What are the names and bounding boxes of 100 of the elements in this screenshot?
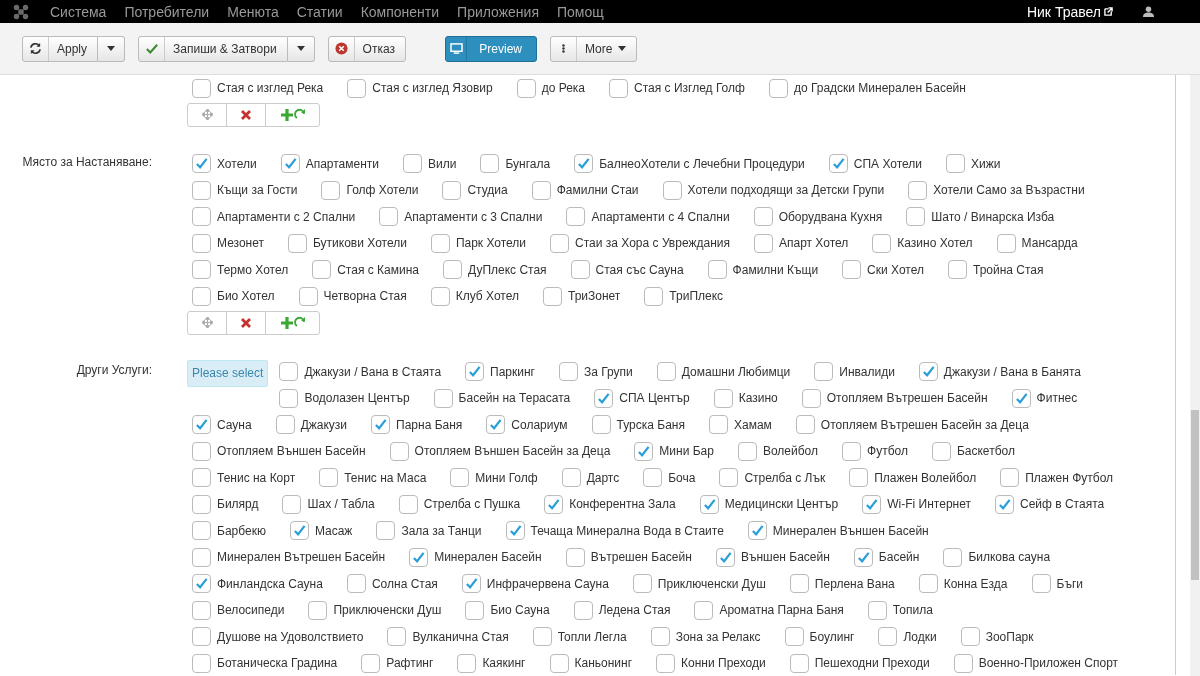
- checkbox-label[interactable]: Вулканична Стая: [412, 629, 509, 644]
- checkbox-label[interactable]: Сейф в Стаята: [1019, 497, 1105, 512]
- checkbox-label[interactable]: Домашни Любимци: [681, 364, 791, 379]
- checkbox[interactable]: [842, 260, 862, 280]
- checkbox-label[interactable]: Био Сауна: [490, 603, 550, 618]
- checkbox-label[interactable]: Басейн на Терасата: [458, 391, 571, 406]
- checkbox-label[interactable]: Конферентна Зала: [569, 497, 676, 512]
- nav-menu-item[interactable]: Потребители: [124, 3, 210, 20]
- checkbox-label[interactable]: СПА Център: [619, 391, 690, 406]
- checkbox[interactable]: [737, 441, 757, 461]
- move-button[interactable]: [187, 102, 227, 127]
- checkbox[interactable]: [398, 494, 418, 514]
- checkbox[interactable]: [931, 441, 951, 461]
- checkbox[interactable]: [699, 494, 719, 514]
- delete-button[interactable]: [226, 102, 266, 127]
- checkbox[interactable]: [828, 154, 848, 174]
- checkbox[interactable]: [1031, 574, 1051, 594]
- checkbox[interactable]: [516, 78, 536, 98]
- checkbox-label[interactable]: Фамилни Къщи: [732, 262, 819, 277]
- checkbox-label[interactable]: Стая с Камина: [337, 262, 419, 277]
- cancel-button[interactable]: Отказ: [327, 35, 406, 62]
- checkbox-label[interactable]: Каякинг: [482, 656, 526, 671]
- move-button[interactable]: [187, 310, 227, 335]
- checkbox[interactable]: [946, 154, 966, 174]
- apply-button[interactable]: Apply: [22, 35, 99, 62]
- checkbox[interactable]: [906, 207, 926, 227]
- checkbox-label[interactable]: Конни Преходи: [681, 656, 766, 671]
- checkbox[interactable]: [347, 78, 367, 98]
- checkbox[interactable]: [544, 494, 564, 514]
- checkbox[interactable]: [465, 362, 485, 382]
- checkbox[interactable]: [319, 468, 339, 488]
- checkbox-label[interactable]: Хотели: [217, 156, 257, 171]
- checkbox[interactable]: [379, 207, 399, 227]
- checkbox-label[interactable]: Каньонинг: [574, 656, 633, 671]
- checkbox[interactable]: [192, 441, 211, 461]
- checkbox-label[interactable]: Вили: [428, 156, 457, 171]
- checkbox-label[interactable]: Рафтинг: [386, 656, 434, 671]
- checkbox[interactable]: [192, 468, 211, 488]
- checkbox-label[interactable]: Стая с Изглед Голф: [634, 81, 745, 96]
- checkbox-label[interactable]: Медицински Център: [724, 497, 839, 512]
- checkbox-label[interactable]: Басейн: [878, 550, 920, 565]
- checkbox[interactable]: [192, 494, 211, 514]
- checkbox-label[interactable]: Финландска Сауна: [217, 576, 323, 591]
- checkbox[interactable]: [192, 78, 211, 98]
- checkbox[interactable]: [279, 388, 299, 408]
- checkbox-label[interactable]: Велосипеди: [217, 603, 285, 618]
- checkbox-label[interactable]: Хамам: [734, 417, 772, 432]
- dropdown-button[interactable]: [287, 35, 315, 62]
- checkbox[interactable]: [918, 574, 938, 594]
- checkbox-label[interactable]: Тенис на Маса: [344, 470, 427, 485]
- checkbox[interactable]: [662, 180, 682, 200]
- checkbox-label[interactable]: Минерален Външен Басейн: [772, 523, 929, 538]
- checkbox-label[interactable]: Плажен Футбол: [1025, 470, 1114, 485]
- checkbox[interactable]: [795, 415, 815, 435]
- checkbox[interactable]: [505, 521, 525, 541]
- nav-menu-item[interactable]: Помощ: [557, 3, 604, 20]
- checkbox-label[interactable]: Клуб Хотел: [455, 289, 519, 304]
- checkbox-label[interactable]: Отопляем Външен Басейн за Деца: [414, 444, 611, 459]
- checkbox[interactable]: [549, 653, 569, 673]
- checkbox-label[interactable]: Апарт Хотел: [778, 236, 849, 251]
- checkbox[interactable]: [878, 627, 898, 647]
- checkbox-label[interactable]: Стрелба с Пушка: [423, 497, 521, 512]
- checkbox[interactable]: [289, 521, 309, 541]
- checkbox[interactable]: [461, 574, 481, 594]
- checkbox-label[interactable]: Wi-Fi Интернет: [887, 497, 971, 512]
- checkbox[interactable]: [192, 627, 211, 647]
- checkbox-label[interactable]: Казино Хотел: [897, 236, 973, 251]
- checkbox-label[interactable]: Отопляем Вътрешен Басейн: [826, 391, 988, 406]
- checkbox-label[interactable]: Хижи: [971, 156, 1001, 171]
- checkbox-label[interactable]: Мезонет: [217, 236, 264, 251]
- checkbox[interactable]: [192, 415, 211, 435]
- checkbox[interactable]: [644, 286, 664, 306]
- checkbox-label[interactable]: Билкова сауна: [968, 550, 1051, 565]
- checkbox[interactable]: [918, 362, 938, 382]
- checkbox-label[interactable]: Зона за Релакс: [675, 629, 761, 644]
- checkbox[interactable]: [430, 286, 450, 306]
- checkbox-label[interactable]: ТриЗонет: [568, 289, 621, 304]
- checkbox[interactable]: [947, 260, 967, 280]
- checkbox[interactable]: [312, 260, 332, 280]
- checkbox-label[interactable]: За Групи: [584, 364, 633, 379]
- checkbox[interactable]: [650, 627, 670, 647]
- checkbox-label[interactable]: Тенис на Корт: [217, 470, 296, 485]
- checkbox-label[interactable]: Хотели подходящи за Детски Групи: [687, 183, 885, 198]
- checkbox[interactable]: [570, 260, 590, 280]
- checkbox[interactable]: [960, 627, 980, 647]
- nav-menu-item[interactable]: Компоненти: [360, 3, 440, 20]
- checkbox[interactable]: [282, 494, 302, 514]
- preview-button[interactable]: Preview: [445, 35, 537, 62]
- checkbox[interactable]: [574, 154, 594, 174]
- checkbox-label[interactable]: Сауна: [217, 417, 252, 432]
- checkbox-label[interactable]: Приключенски Душ: [333, 603, 442, 618]
- checkbox[interactable]: [387, 627, 407, 647]
- checkbox-label[interactable]: Био Хотел: [217, 289, 275, 304]
- checkbox-label[interactable]: Инвалиди: [839, 364, 895, 379]
- checkbox[interactable]: [565, 547, 585, 567]
- checkbox-label[interactable]: Волейбол: [762, 444, 818, 459]
- checkbox[interactable]: [192, 521, 211, 541]
- checkbox-label[interactable]: Бъги: [1056, 576, 1083, 591]
- checkbox[interactable]: [532, 627, 552, 647]
- checkbox-label[interactable]: Лодки: [903, 629, 937, 644]
